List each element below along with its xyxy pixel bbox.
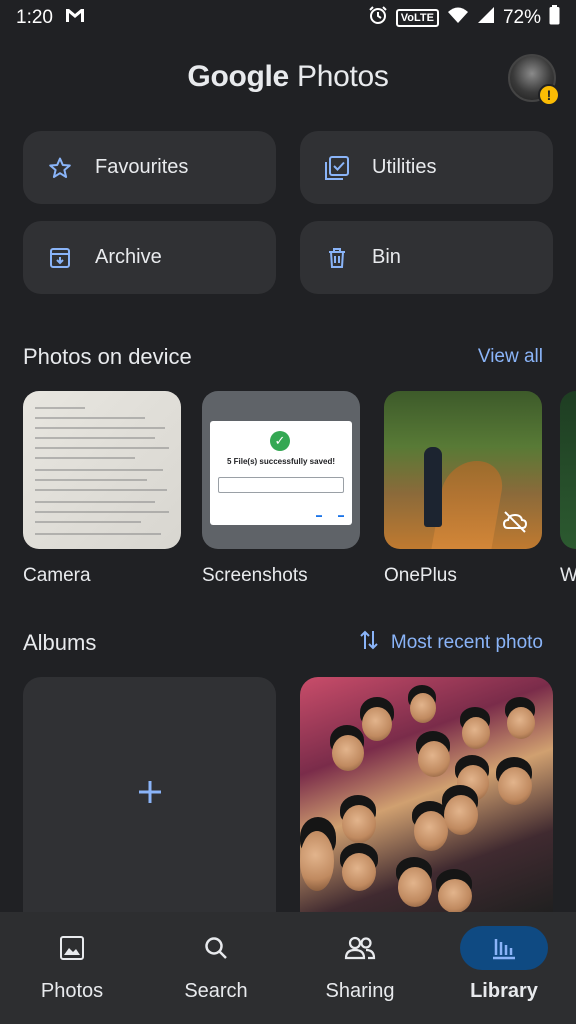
trail-shape xyxy=(431,461,507,549)
dialog-message: 5 File(s) successfully saved! xyxy=(226,457,336,466)
folder-label: Screenshots xyxy=(202,565,308,586)
trash-icon xyxy=(324,245,350,271)
favourites-label: Favourites xyxy=(95,156,189,178)
nav-search[interactable]: Search xyxy=(144,912,288,1024)
screenshots-thumbnail: ✓ 5 File(s) successfully saved! ▬ ▬ xyxy=(202,391,360,549)
brand-name: Google xyxy=(187,60,289,93)
favourites-button[interactable]: Favourites xyxy=(23,131,276,204)
folder-screenshots[interactable]: ✓ 5 File(s) successfully saved! ▬ ▬ Scree… xyxy=(202,391,360,587)
search-icon xyxy=(172,926,260,970)
bottom-navigation: Photos Search Sharing Library xyxy=(0,912,576,1024)
sort-label: Most recent photo xyxy=(390,632,543,653)
archive-icon xyxy=(47,245,73,271)
dialog-buttons: ▬ ▬ xyxy=(316,513,344,519)
checklist-icon xyxy=(324,155,350,181)
app-title: Google Photos xyxy=(0,60,576,94)
nav-sharing[interactable]: Sharing xyxy=(288,912,432,1024)
status-time: 1:20 xyxy=(16,7,53,28)
person-shape xyxy=(424,447,442,527)
album-cover-group-photo[interactable] xyxy=(300,677,553,912)
nav-sharing-label: Sharing xyxy=(325,980,395,1002)
photo-icon xyxy=(28,926,116,970)
nav-library[interactable]: Library xyxy=(432,912,576,1024)
product-name: Photos xyxy=(296,60,389,93)
nav-photos[interactable]: Photos xyxy=(0,912,144,1024)
wifi-icon xyxy=(447,6,469,30)
albums-title: Albums xyxy=(23,630,97,655)
people-icon xyxy=(316,926,404,970)
saved-dialog-preview: ✓ 5 File(s) successfully saved! ▬ ▬ xyxy=(210,421,352,525)
albums-grid xyxy=(23,677,553,912)
utilities-label: Utilities xyxy=(372,156,437,178)
folder-oneplus[interactable]: OnePlus xyxy=(384,391,542,587)
archive-label: Archive xyxy=(95,246,162,268)
battery-percent: 72% xyxy=(502,7,541,28)
photos-on-device-title: Photos on device xyxy=(23,344,192,369)
cloud-off-icon xyxy=(502,509,528,535)
folder-label: OnePlus xyxy=(384,565,457,586)
account-avatar[interactable]: ! xyxy=(508,54,560,106)
utilities-button[interactable]: Utilities xyxy=(300,131,553,204)
photos-on-device-header: Photos on device View all xyxy=(23,344,543,370)
library-icon xyxy=(460,926,548,970)
folder-partial[interactable]: W xyxy=(560,391,576,587)
albums-header: Albums Most recent photo xyxy=(23,629,543,657)
create-album-card[interactable] xyxy=(23,677,276,912)
sort-icon xyxy=(359,629,379,657)
partial-thumbnail xyxy=(560,391,576,549)
folder-label: W xyxy=(560,565,576,586)
bin-button[interactable]: Bin xyxy=(300,221,553,294)
nav-library-label: Library xyxy=(470,980,538,1002)
status-bar: 1:20 VoLTE 72% xyxy=(0,0,576,36)
signal-icon xyxy=(477,6,495,30)
folder-label: Camera xyxy=(23,565,91,586)
archive-button[interactable]: Archive xyxy=(23,221,276,294)
battery-icon xyxy=(549,5,560,31)
app-bar: Google Photos ! xyxy=(0,50,576,108)
folder-camera[interactable]: Camera xyxy=(23,391,181,587)
plus-icon xyxy=(136,778,164,811)
view-all-link[interactable]: View all xyxy=(478,346,543,368)
dialog-field xyxy=(218,477,344,493)
oneplus-thumbnail xyxy=(384,391,542,549)
nav-search-label: Search xyxy=(184,980,248,1002)
bin-label: Bin xyxy=(372,246,401,268)
camera-thumbnail xyxy=(23,391,181,549)
star-icon xyxy=(47,155,73,181)
alarm-icon xyxy=(368,5,388,31)
gmail-icon xyxy=(65,7,85,29)
sort-button[interactable]: Most recent photo xyxy=(359,629,543,657)
nav-photos-label: Photos xyxy=(40,980,104,1002)
volte-badge: VoLTE xyxy=(395,9,439,27)
account-warning-badge: ! xyxy=(538,84,560,106)
device-folders-carousel[interactable]: Camera ✓ 5 File(s) successfully saved! ▬… xyxy=(23,391,576,591)
check-circle-icon: ✓ xyxy=(270,431,290,451)
